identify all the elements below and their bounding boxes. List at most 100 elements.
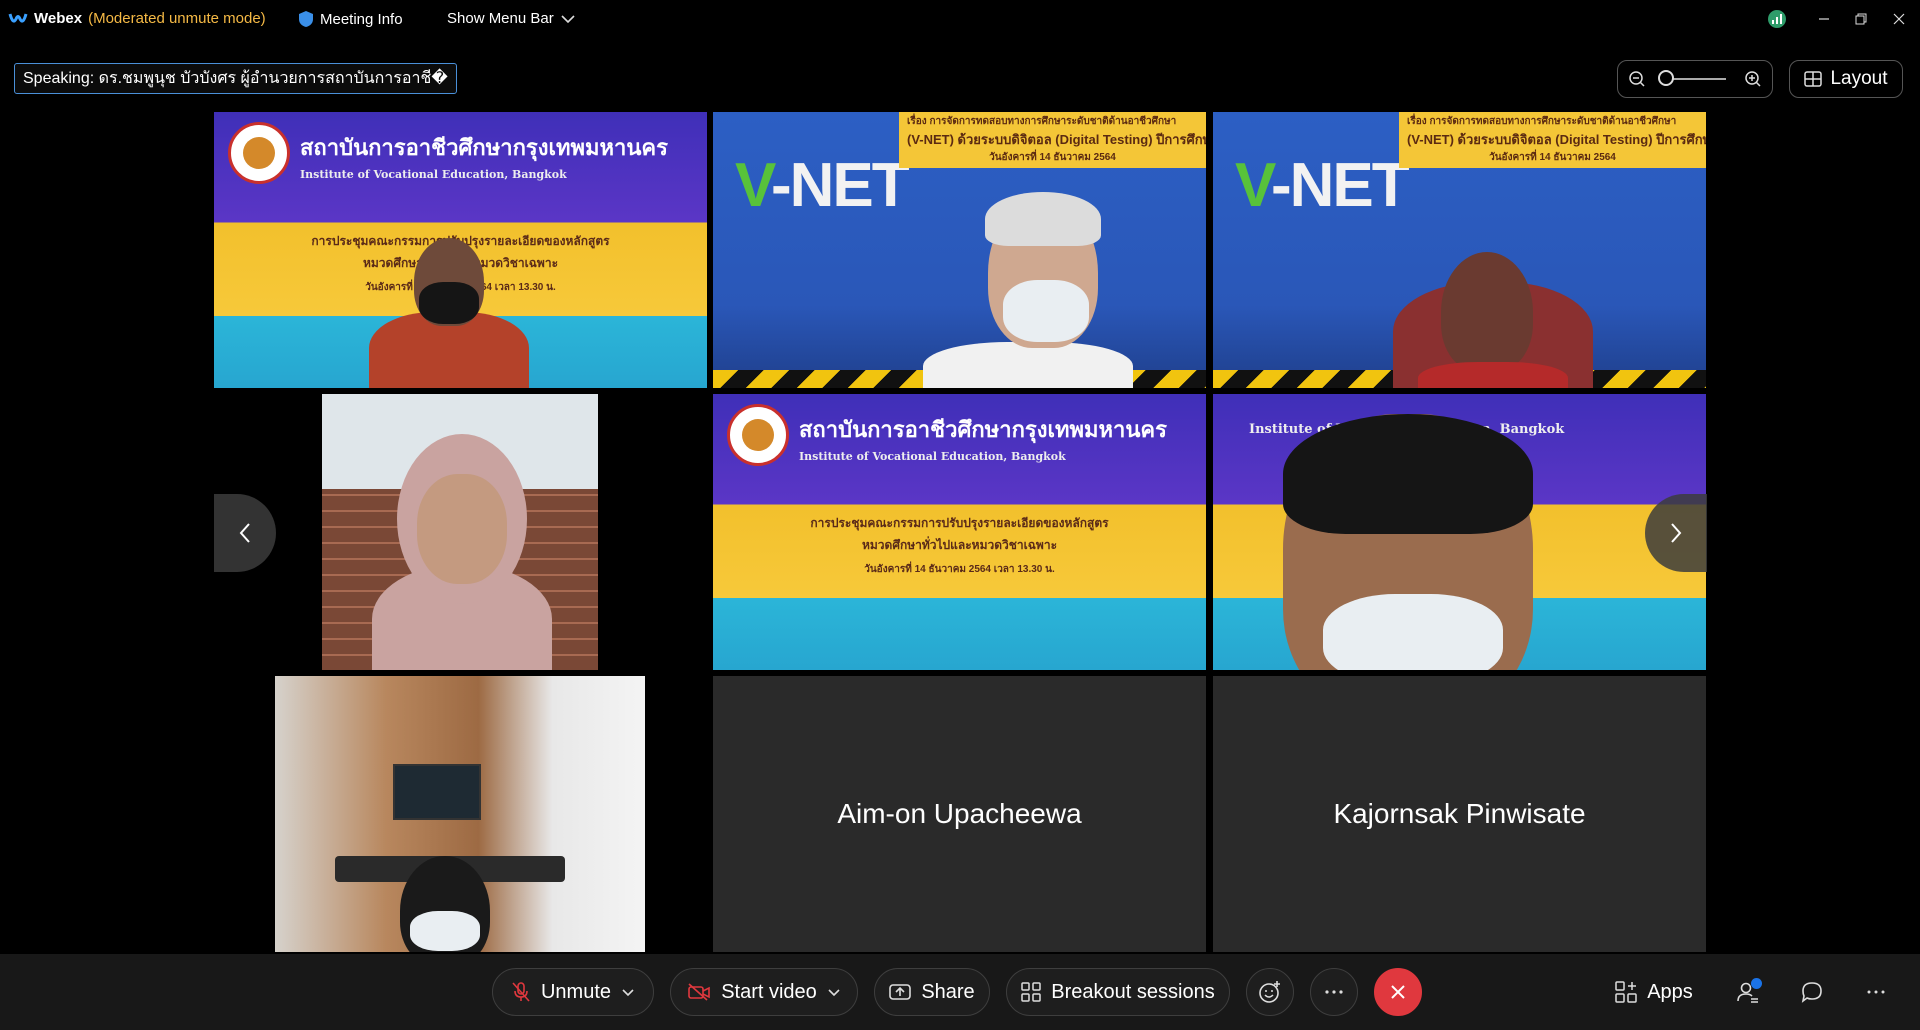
vnet-banner-line-2: (V-NET) ด้วยระบบดิจิตอล (Digital Testing… — [1407, 132, 1706, 147]
breakout-sessions-label: Breakout sessions — [1051, 980, 1215, 1003]
participant-hair — [985, 192, 1101, 246]
zoom-control — [1617, 60, 1773, 98]
vnet-banner-line-1: เรื่อง การจัดการทดสอบทางการศึกษาระดับชาต… — [907, 116, 1177, 127]
face-mask — [1323, 594, 1503, 670]
vnet-logo: V-NET — [735, 150, 910, 221]
title-bar: Webex (Moderated unmute mode) Meeting In… — [0, 0, 1920, 42]
zoom-in-icon[interactable] — [1744, 70, 1762, 88]
chevron-down-icon[interactable] — [621, 988, 635, 997]
camera-feed — [322, 394, 598, 670]
institute-seal-icon — [727, 404, 789, 466]
meeting-info-label: Meeting Info — [320, 10, 403, 28]
show-menu-bar-button[interactable]: Show Menu Bar — [447, 10, 576, 27]
slide-line-2: หมวดศึกษาทั่วไปและหมวดวิชาเฉพาะ — [861, 538, 1058, 552]
video-tile-4[interactable] — [214, 394, 707, 670]
slide-subtitle: Institute of Vocational Education, Bangk… — [300, 168, 567, 181]
slide-line-3: วันอังคารที่ 14 ธันวาคม 2564 เวลา 13.30 … — [864, 564, 1055, 575]
meeting-info-button[interactable]: Meeting Info — [298, 10, 403, 28]
participants-button[interactable] — [1724, 968, 1772, 1016]
presentation-slide: สถาบันการอาชีวศึกษากรุงเทพมหานคร Institu… — [713, 394, 1206, 670]
vnet-text: -NET — [1270, 151, 1410, 220]
institute-seal-icon — [228, 122, 290, 184]
participant-body — [1418, 362, 1568, 388]
unmute-label: Unmute — [540, 980, 612, 1003]
meeting-mode-label: (Moderated unmute mode) — [88, 10, 266, 27]
slide-title: สถาบันการอาชีวศึกษากรุงเทพมหานคร — [799, 417, 1167, 443]
video-tile-6[interactable]: Institute of Vocational Education, Bangk… — [1213, 394, 1706, 670]
participant-name: Kajornsak Pinwisate — [1333, 798, 1586, 829]
close-icon[interactable] — [1886, 6, 1912, 32]
vnet-letter: V — [735, 151, 773, 220]
video-tile-3[interactable]: V-NET เรื่อง การจัดการทดสอบทางการศึกษาระ… — [1213, 112, 1706, 388]
chat-button[interactable] — [1788, 968, 1836, 1016]
show-menu-bar-label: Show Menu Bar — [447, 10, 554, 27]
webex-logo-icon — [8, 11, 28, 27]
chevron-down-icon — [560, 14, 576, 24]
camera-feed — [275, 676, 645, 952]
participant-head — [1441, 252, 1533, 372]
ellipsis-icon — [1324, 989, 1344, 995]
layout-button[interactable]: Layout — [1789, 60, 1903, 98]
apps-icon — [1615, 981, 1637, 1003]
app-name: Webex — [34, 10, 83, 27]
participant-name: Aim-on Upacheewa — [837, 798, 1082, 829]
smiley-add-icon — [1258, 980, 1282, 1004]
layout-label: Layout — [1830, 68, 1888, 89]
vnet-letter: V — [1235, 151, 1273, 220]
face-mask — [1003, 280, 1089, 342]
zoom-slider[interactable] — [1658, 70, 1726, 86]
chevron-down-icon[interactable] — [827, 988, 841, 997]
video-tile-1[interactable]: สถาบันการอาชีวศึกษากรุงเทพมหานคร Institu… — [214, 112, 707, 388]
video-tile-7[interactable] — [214, 676, 707, 952]
leave-meeting-button[interactable] — [1374, 968, 1422, 1016]
vnet-banner-line-3: วันอังคารที่ 14 ธันวาคม 2564 — [1489, 152, 1616, 163]
more-menu-button[interactable] — [1852, 968, 1900, 1016]
start-video-button[interactable]: Start video — [670, 968, 858, 1016]
video-tile-2[interactable]: V-NET เรื่อง การจัดการทดสอบทางการศึกษาระ… — [713, 112, 1206, 388]
unmute-button[interactable]: Unmute — [492, 968, 654, 1016]
slide-subtitle: Institute of Vocational Education, Bangk… — [799, 450, 1066, 463]
vnet-logo: V-NET — [1235, 150, 1410, 221]
vnet-text: -NET — [770, 151, 910, 220]
video-off-icon — [687, 983, 711, 1001]
active-speaker-label: Speaking: ดร.ชมพูนุช บัวบังศร ผู้อำนวยกา… — [14, 63, 457, 94]
reactions-button[interactable] — [1246, 968, 1294, 1016]
chat-bubble-icon — [1801, 981, 1823, 1003]
video-tile-8[interactable]: Aim-on Upacheewa — [713, 676, 1206, 952]
participant-hair — [1283, 414, 1533, 534]
video-tile-5[interactable]: สถาบันการอาชีวศึกษากรุงเทพมหานคร Institu… — [713, 394, 1206, 670]
face-mask — [410, 911, 480, 951]
share-button[interactable]: Share — [874, 968, 990, 1016]
more-options-button[interactable] — [1310, 968, 1358, 1016]
face-mask — [419, 282, 479, 324]
slide-title: สถาบันการอาชีวศึกษากรุงเทพมหานคร — [300, 135, 668, 161]
vnet-banner-line-2: (V-NET) ด้วยระบบดิจิตอล (Digital Testing… — [907, 132, 1206, 147]
vnet-banner: เรื่อง การจัดการทดสอบทางการศึกษาระดับชาต… — [899, 112, 1206, 168]
zoom-slider-thumb[interactable] — [1658, 70, 1674, 86]
apps-button[interactable]: Apps — [1604, 968, 1704, 1016]
share-screen-icon — [889, 983, 912, 1001]
vnet-banner: เรื่อง การจัดการทดสอบทางการศึกษาระดับชาต… — [1399, 112, 1706, 168]
vnet-banner-line-3: วันอังคารที่ 14 ธันวาคม 2564 — [989, 152, 1116, 163]
video-tile-9[interactable]: Kajornsak Pinwisate — [1213, 676, 1706, 952]
network-health-icon[interactable] — [1764, 6, 1790, 32]
shield-icon — [298, 10, 314, 28]
notification-dot — [1751, 978, 1762, 989]
grid-layout-icon — [1804, 71, 1823, 87]
ellipsis-icon — [1866, 989, 1886, 995]
app-title: Webex (Moderated unmute mode) — [8, 10, 266, 27]
slide-line-1: การประชุมคณะกรรมการปรับปรุงรายละเอียดของ… — [810, 516, 1109, 530]
participant-body — [923, 342, 1133, 388]
chevron-right-icon — [1669, 522, 1683, 544]
chevron-left-icon — [238, 522, 252, 544]
breakout-sessions-button[interactable]: Breakout sessions — [1006, 968, 1230, 1016]
participant-face — [417, 474, 507, 584]
apps-label: Apps — [1647, 980, 1693, 1003]
minimize-icon[interactable] — [1811, 6, 1837, 32]
vnet-banner-line-1: เรื่อง การจัดการทดสอบทางการศึกษาระดับชาต… — [1407, 116, 1677, 127]
restore-icon[interactable] — [1848, 6, 1874, 32]
meeting-controls-bar: Unmute Start video Share Breakout sessio… — [0, 954, 1920, 1030]
close-icon — [1389, 983, 1407, 1001]
zoom-out-icon[interactable] — [1628, 70, 1646, 88]
breakout-grid-icon — [1021, 982, 1042, 1002]
